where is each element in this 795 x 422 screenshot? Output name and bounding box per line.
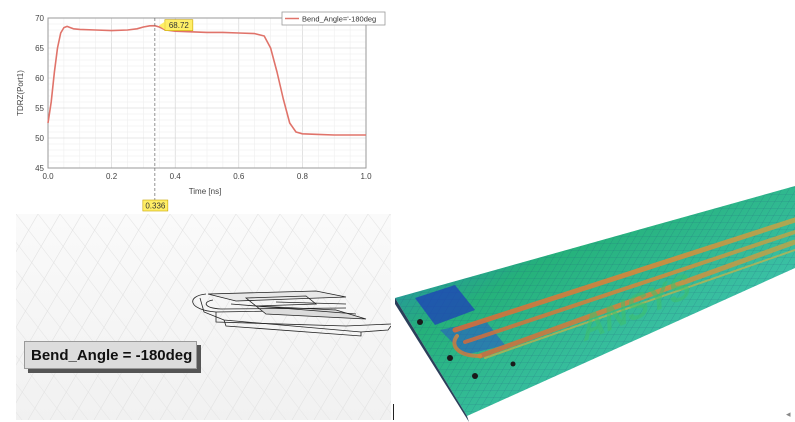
geometry-canvas <box>16 214 391 420</box>
field-plot-3d-view[interactable]: ANSYS <box>395 180 795 422</box>
marker-x-label: 0.336 <box>145 202 166 211</box>
x-tick-label: 0.2 <box>106 172 118 181</box>
y-tick-label: 70 <box>35 14 44 23</box>
x-tick-label: 1.0 <box>360 172 372 181</box>
corner-arrow-icon: ◂ <box>786 410 791 420</box>
x-tick-label: 0.0 <box>42 172 54 181</box>
tdr-chart: 0.0 0.2 0.4 0.6 0.8 1.0 45 50 55 60 65 70 68.72 0.33… <box>16 11 386 212</box>
x-tick-label: 0.4 <box>170 172 182 181</box>
chart-legend[interactable]: Bend_Angle='-180deg <box>281 11 386 26</box>
y-tick-label: 45 <box>35 164 44 173</box>
bent-trace-wireframe <box>192 290 391 337</box>
y-axis-label: TDRZ(Port1) <box>16 70 25 116</box>
y-tick-label: 50 <box>35 134 44 143</box>
geometry-3d-view[interactable]: Bend_Angle = -180deg <box>16 214 391 420</box>
marker-y-label: 68.72 <box>169 21 190 30</box>
chart-marker[interactable]: 68.72 0.336 <box>142 18 194 212</box>
x-tick-label: 0.6 <box>233 172 245 181</box>
x-axis-label: Time [ns] <box>189 187 222 196</box>
x-tick-label: 0.8 <box>297 172 309 181</box>
chart-grid <box>47 17 367 169</box>
panel-divider <box>393 404 394 420</box>
y-tick-label: 55 <box>35 104 44 113</box>
field-canvas: ANSYS <box>395 186 795 422</box>
legend-entry: Bend_Angle='-180deg <box>302 15 376 24</box>
tdr-chart-panel: 0.0 0.2 0.4 0.6 0.8 1.0 45 50 55 60 65 70 68.72 0.33… <box>0 0 392 214</box>
bend-angle-label: Bend_Angle = -180deg <box>24 341 197 369</box>
y-tick-label: 65 <box>35 44 44 53</box>
y-tick-label: 60 <box>35 74 44 83</box>
